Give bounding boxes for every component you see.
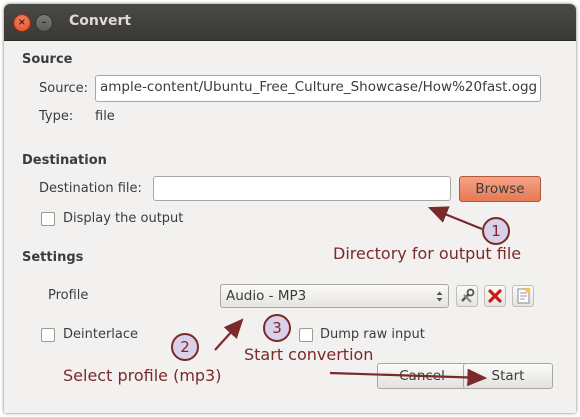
arrow-3 [329, 368, 488, 387]
annotation-text-1: Directory for output file [333, 244, 522, 263]
arrow-1 [427, 206, 483, 231]
arrow-2 [214, 318, 244, 351]
annotation-badge-3: 3 [263, 314, 291, 342]
annotation-badge-1: 1 [482, 217, 510, 245]
annotation-badge-2: 2 [171, 333, 199, 361]
annotation-text-3: Start convertion [244, 345, 374, 364]
annotation-text-2: Select profile (mp3) [63, 366, 222, 385]
